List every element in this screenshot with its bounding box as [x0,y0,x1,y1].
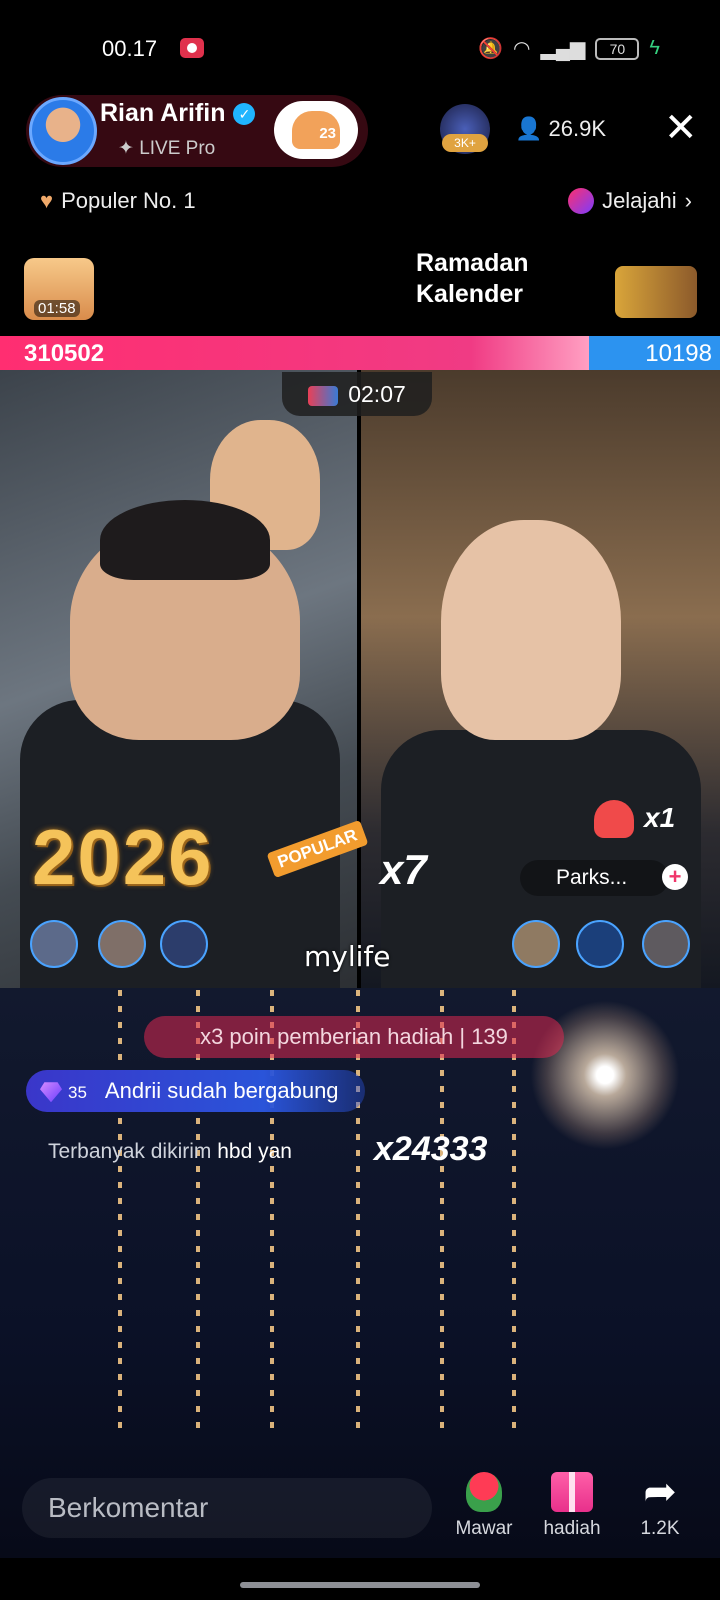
combo-big: x24333 [374,1130,488,1168]
join-notification: 35 Andrii sudah bergabung [26,1070,365,1112]
score-bar-red: 310502 [0,336,589,370]
rose-icon [466,1472,502,1512]
follow-count: 23 [319,125,336,142]
host-pill[interactable]: Rian Arifin ✓ ✦ LIVE Pro 23 [26,95,368,167]
person-figure [70,500,300,740]
gem-icon [40,1082,62,1103]
signal-icon: ▂▄▆ [540,38,586,60]
person-figure [441,520,621,740]
points-banner: x3 poin pemberian hadiah | 139 [144,1016,564,1058]
comment-input[interactable]: Berkomentar [22,1478,432,1538]
heart-icon: 23 [292,111,340,149]
person-icon: 👤 [515,116,549,141]
join-level: 35 [68,1083,87,1102]
popular-ranking[interactable]: ♥ Populer No. 1 [40,188,196,214]
mylife-caption: mylife [304,940,391,973]
score-bar-blue: 10198 [588,336,720,370]
ramadan-line1: Ramadan [416,249,529,277]
popular-label: Populer No. 1 [61,188,196,213]
rose-label: Mawar [455,1518,513,1539]
heart-sticker-icon [594,800,634,838]
combo-right: x1 [644,802,676,833]
chevron-right-icon: › [684,188,692,213]
wifi-icon: ◠ [513,38,531,60]
viewer-count-value: 26.9K [548,116,607,141]
host-subtitle: ✦ LIVE Pro [118,138,216,159]
opponent-name[interactable]: Parks... [520,860,670,896]
top-gifter-avatar[interactable]: 3K+ [440,104,490,154]
supporter-avatar[interactable] [512,920,560,968]
status-time: 00.17 [102,36,158,61]
status-icons: 🔕 ◠ ▂▄▆ 70 ϟ [478,36,660,61]
explore-button[interactable]: Jelajahi › [568,188,692,214]
supporter-avatar[interactable] [98,920,146,968]
battle-score-bar: 310502 10198 [0,336,720,370]
top-gifter-badge: 3K+ [442,134,488,152]
screen-record-icon [180,38,204,58]
battery-indicator: 70 [595,37,640,60]
gift-label: hadiah [543,1518,601,1539]
host-name-wrap: Rian Arifin ✓ [100,99,256,128]
heart-icon: ♥ [40,188,54,213]
charging-icon: ϟ [649,37,660,59]
rose-gift-button[interactable]: Mawar [444,1472,524,1540]
ramadan-icon[interactable] [615,266,697,318]
status-bar: 00.17 🔕 ◠ ▂▄▆ 70 ϟ [0,0,720,92]
most-sent-label: Terbanyak dikirim [48,1140,212,1163]
supporter-avatar[interactable] [576,920,624,968]
supporter-avatar[interactable] [642,920,690,968]
share-count: 1.2K [640,1518,680,1539]
gift-icon [551,1472,593,1512]
gift-button[interactable]: hadiah [532,1472,612,1540]
close-button[interactable]: ✕ [664,108,698,148]
firework-spark [118,990,122,1430]
home-indicator[interactable] [240,1582,480,1588]
year-sticker: 2026 [32,813,214,901]
score-right: 10198 [645,340,712,367]
verified-icon: ✓ [233,103,256,126]
ramadan-line2: Kalender [416,280,523,308]
host-avatar[interactable] [29,97,97,165]
battle-timer: 02:07 [282,372,432,416]
treasure-timer: 01:58 [34,300,80,317]
add-opponent-button[interactable]: + [662,864,688,890]
supporter-avatar[interactable] [160,920,208,968]
most-sent-line: Terbanyak dikirim hbd yan [48,1140,292,1164]
battle-timer-value: 02:07 [348,381,406,407]
most-sent-who: hbd yan [217,1140,292,1163]
host-name: Rian Arifin [100,99,226,127]
battle-icon [308,385,339,406]
follow-button[interactable]: 23 [274,101,358,159]
mute-icon: 🔕 [478,38,504,60]
combo-left: x7 [380,846,427,893]
treasure-chest-button[interactable]: 01:58 [24,258,94,320]
viewer-count[interactable]: 👤 26.9K [515,116,606,142]
ramadan-calendar[interactable]: Ramadan Kalender [416,248,529,310]
explore-label: Jelajahi [602,188,677,213]
supporter-avatar[interactable] [30,920,78,968]
join-text: Andrii sudah bergabung [104,1078,339,1103]
explore-icon [568,188,595,214]
share-button[interactable]: ➦ 1.2K [620,1472,700,1540]
score-left: 310502 [24,340,105,367]
share-icon: ➦ [643,1470,677,1514]
